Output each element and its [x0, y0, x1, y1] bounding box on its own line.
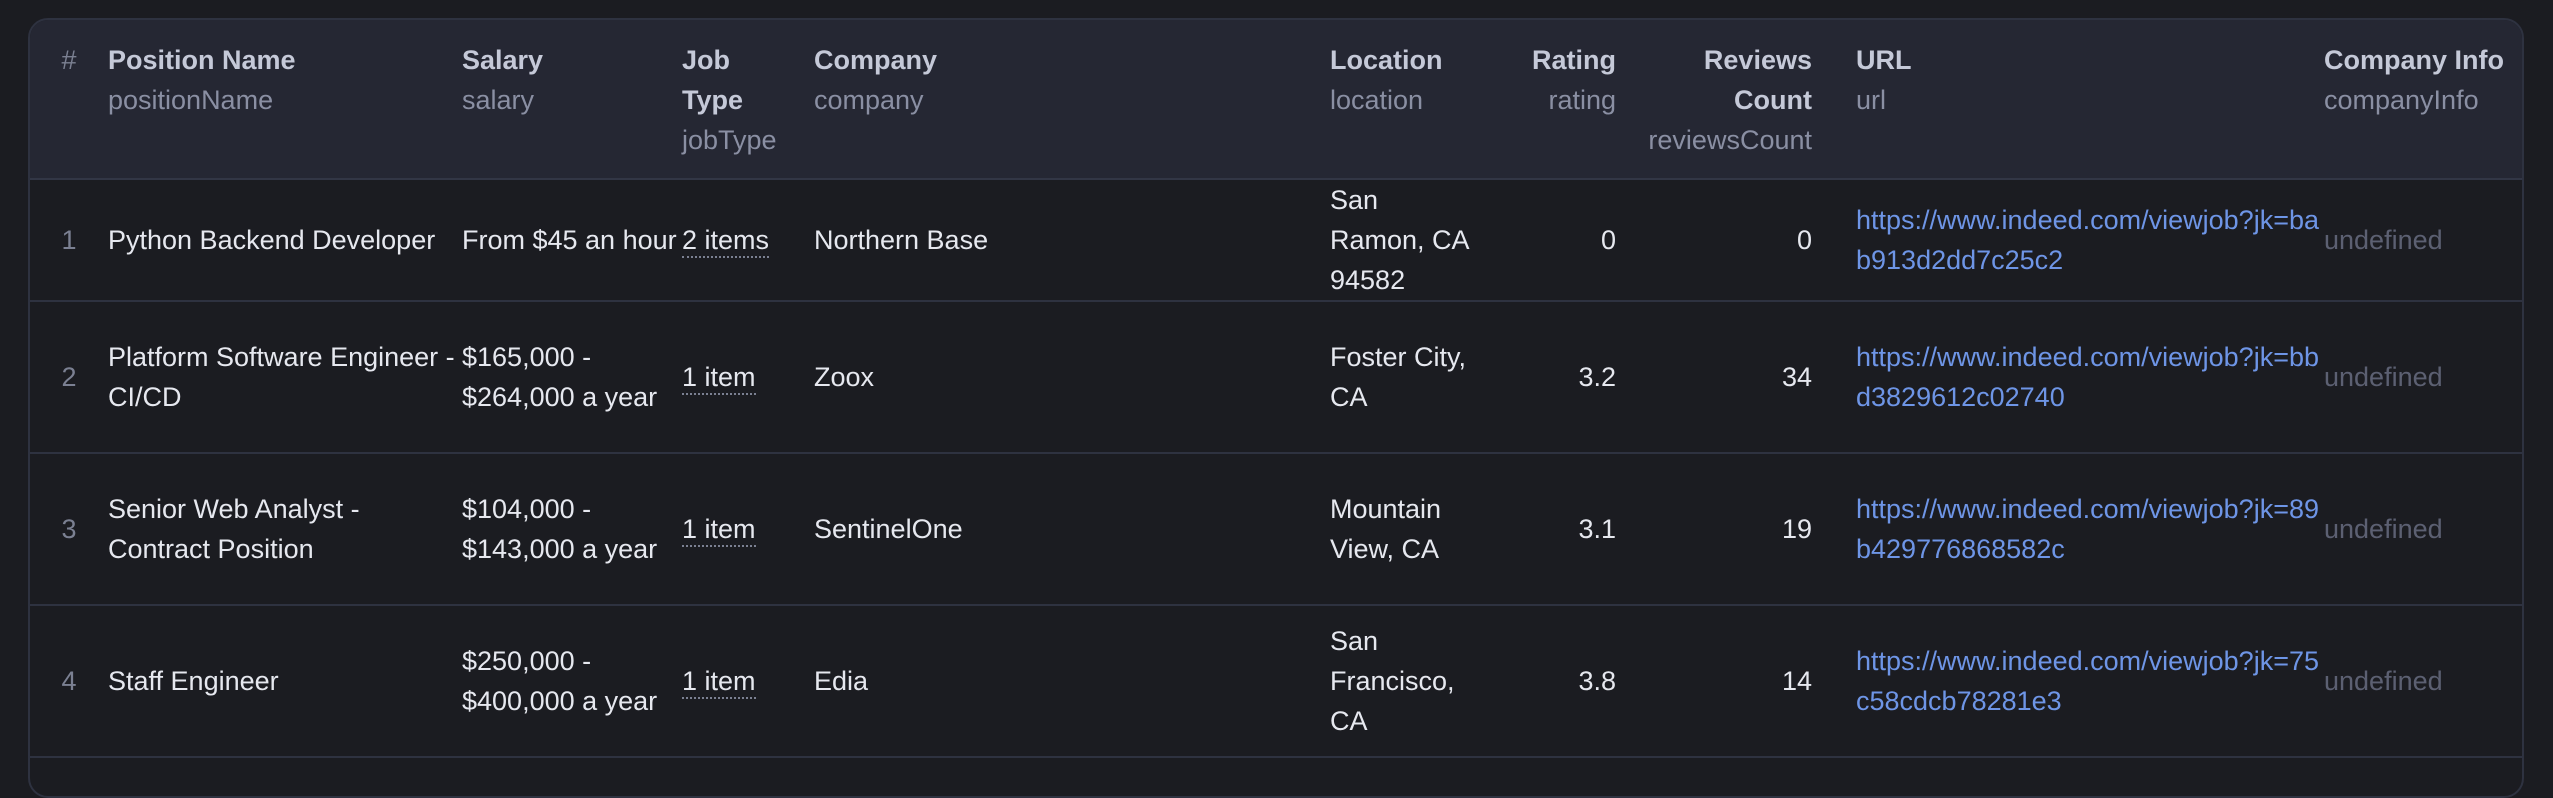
column-header-label: Company Info — [2324, 45, 2504, 75]
column-header-field: reviewsCount — [1648, 125, 1812, 155]
cell-position-name: Platform Software Engineer - CI/CD — [108, 301, 462, 454]
column-header-label: Reviews Count — [1703, 45, 1812, 115]
cell-job-type: 1 item — [682, 605, 814, 758]
job-type-items-toggle[interactable]: 2 items — [682, 225, 770, 258]
column-header-job-type[interactable]: Job Type jobType — [682, 20, 814, 180]
table-row[interactable]: 3 Senior Web Analyst - Contract Position… — [30, 453, 2522, 606]
table-header-row: # Position Name positionName Salary sala… — [30, 20, 2522, 180]
cell-rating: 3.8 — [1470, 605, 1628, 758]
cell-url: https://www.indeed.com/viewjob?jk=89b429… — [1824, 453, 2324, 606]
table-row[interactable]: 2 Platform Software Engineer - CI/CD $16… — [30, 301, 2522, 454]
column-header-label: URL — [1856, 45, 1912, 75]
column-header-field: companyInfo — [2324, 85, 2479, 115]
cell-reviews-count: 0 — [1628, 179, 1824, 302]
job-url-link[interactable]: https://www.indeed.com/viewjob?jk=89b429… — [1856, 489, 2324, 569]
cell-company: Edia — [814, 605, 1330, 758]
column-header-label: Company — [814, 45, 938, 75]
column-header-company[interactable]: Company company — [814, 20, 1330, 180]
cell-company: Zoox — [814, 301, 1330, 454]
column-header-label: # — [61, 45, 77, 75]
column-header-index[interactable]: # — [30, 20, 108, 180]
cell-company: SentinelOne — [814, 453, 1330, 606]
job-url-link[interactable]: https://www.indeed.com/viewjob?jk=bab913… — [1856, 200, 2324, 280]
job-url-link[interactable]: https://www.indeed.com/viewjob?jk=75c58c… — [1856, 641, 2324, 721]
cell-index: 1 — [30, 179, 108, 302]
cell-salary: $165,000 - $264,000 a year — [462, 301, 682, 454]
cell-company-info: undefined — [2324, 179, 2522, 302]
cell-position-name: Python Backend Developer — [108, 179, 462, 302]
cell-position-name: Staff Engineer — [108, 605, 462, 758]
column-header-reviews-count[interactable]: Reviews Count reviewsCount — [1628, 20, 1824, 180]
column-header-url[interactable]: URL url — [1824, 20, 2324, 180]
cell-index: 3 — [30, 453, 108, 606]
cell-company-info: undefined — [2324, 301, 2522, 454]
cell-job-type: 1 item — [682, 301, 814, 454]
column-header-label: Location — [1330, 45, 1443, 75]
column-header-label: Rating — [1532, 45, 1616, 75]
column-header-rating[interactable]: Rating rating — [1470, 20, 1628, 180]
results-table: # Position Name positionName Salary sala… — [30, 20, 2522, 758]
cell-index: 4 — [30, 605, 108, 758]
column-header-label: Salary — [462, 45, 544, 75]
column-header-location[interactable]: Location location — [1330, 20, 1470, 180]
cell-rating: 3.2 — [1470, 301, 1628, 454]
column-header-label: Job Type — [682, 45, 744, 115]
cell-job-type: 2 items — [682, 179, 814, 302]
cell-salary: From $45 an hour — [462, 179, 682, 302]
column-header-salary[interactable]: Salary salary — [462, 20, 682, 180]
table-row[interactable]: 4 Staff Engineer $250,000 - $400,000 a y… — [30, 605, 2522, 758]
table-row[interactable]: 1 Python Backend Developer From $45 an h… — [30, 179, 2522, 302]
column-header-field: location — [1330, 85, 1424, 115]
cell-index: 2 — [30, 301, 108, 454]
cell-rating: 3.1 — [1470, 453, 1628, 606]
cell-url: https://www.indeed.com/viewjob?jk=75c58c… — [1824, 605, 2324, 758]
cell-location: San Francisco, CA — [1330, 605, 1470, 758]
cell-company: Northern Base — [814, 179, 1330, 302]
cell-salary: $250,000 - $400,000 a year — [462, 605, 682, 758]
cell-reviews-count: 14 — [1628, 605, 1824, 758]
column-header-label: Position Name — [108, 45, 296, 75]
cell-location: San Ramon, CA 94582 — [1330, 179, 1470, 302]
job-type-items-toggle[interactable]: 1 item — [682, 666, 756, 699]
cell-rating: 0 — [1470, 179, 1628, 302]
job-type-items-toggle[interactable]: 1 item — [682, 514, 756, 547]
cell-reviews-count: 34 — [1628, 301, 1824, 454]
cell-position-name: Senior Web Analyst - Contract Position — [108, 453, 462, 606]
cell-job-type: 1 item — [682, 453, 814, 606]
cell-company-info: undefined — [2324, 605, 2522, 758]
cell-location: Foster City, CA — [1330, 301, 1470, 454]
column-header-field: company — [814, 85, 924, 115]
cell-salary: $104,000 - $143,000 a year — [462, 453, 682, 606]
column-header-company-info[interactable]: Company Info companyInfo — [2324, 20, 2522, 180]
cell-url: https://www.indeed.com/viewjob?jk=bbd382… — [1824, 301, 2324, 454]
column-header-field: positionName — [108, 85, 274, 115]
column-header-field: jobType — [682, 125, 777, 155]
column-header-position-name[interactable]: Position Name positionName — [108, 20, 462, 180]
column-header-field: url — [1856, 85, 1887, 115]
cell-reviews-count: 19 — [1628, 453, 1824, 606]
job-type-items-toggle[interactable]: 1 item — [682, 362, 756, 395]
results-table-card: # Position Name positionName Salary sala… — [28, 18, 2524, 798]
job-url-link[interactable]: https://www.indeed.com/viewjob?jk=bbd382… — [1856, 337, 2324, 417]
cell-url: https://www.indeed.com/viewjob?jk=bab913… — [1824, 179, 2324, 302]
cell-company-info: undefined — [2324, 453, 2522, 606]
column-header-field: salary — [462, 85, 535, 115]
cell-location: Mountain View, CA — [1330, 453, 1470, 606]
column-header-field: rating — [1548, 85, 1616, 115]
